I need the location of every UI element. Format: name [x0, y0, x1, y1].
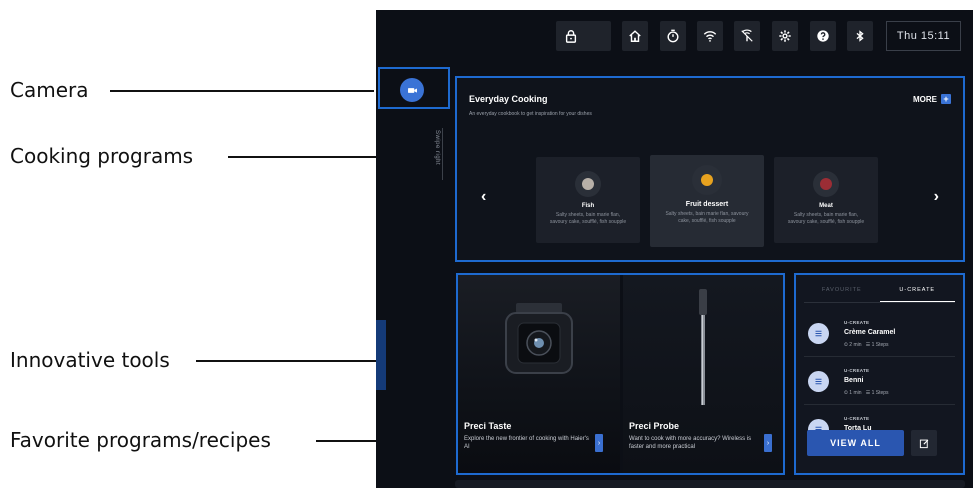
recipe-meta: ⏲ 1 min ☰ 1 Steps [844, 390, 889, 396]
camera-button[interactable] [400, 78, 424, 102]
home-button[interactable] [622, 21, 648, 51]
recipe-steps: 1 Steps [871, 342, 889, 348]
innovative-tools-panel: Preci Taste Explore the new frontier of … [456, 273, 785, 475]
program-card-meat[interactable]: Meat Salty sheets, bain marie flan, savo… [774, 157, 878, 243]
fruit-dessert-food-dot [701, 174, 713, 186]
gear-icon [779, 30, 791, 42]
plus-icon: + [941, 94, 951, 104]
everyday-cooking-subtitle: An everyday cookbook to get inspiration … [469, 111, 592, 117]
program-card-fruit-dessert[interactable]: Fruit dessert Salty sheets, bain marie f… [650, 155, 764, 247]
lock-button[interactable] [556, 21, 611, 51]
bluetooth-button[interactable] [847, 21, 873, 51]
wifi-button[interactable] [697, 21, 723, 51]
program-card-name: Fish [581, 203, 595, 209]
more-button[interactable]: MORE + [913, 94, 951, 104]
callout-cooking-programs: Cooking programs [10, 144, 194, 168]
swipe-handle[interactable] [442, 128, 443, 180]
recipe-kicker: U-CREATE [844, 416, 870, 421]
clock: Thu 15:11 [886, 21, 961, 51]
recipe-name: Benni [844, 377, 864, 384]
status-bar: Thu 15:11 [376, 21, 973, 51]
fish-food-dot [582, 178, 594, 190]
clock-icon: ⏲ [844, 390, 848, 396]
callout-favorites: Favorite programs/recipes [10, 428, 271, 452]
recipe-kicker: U-CREATE [844, 368, 870, 373]
carousel-next-button[interactable]: › [934, 188, 939, 206]
steps-icon: ☰ [865, 390, 871, 396]
everyday-cooking-title: Everyday Cooking [469, 94, 548, 104]
help-icon [817, 30, 829, 42]
home-icon [629, 30, 641, 42]
wifi-icon [703, 31, 717, 42]
bottom-panel-edge [455, 480, 965, 488]
callout-camera: Camera [10, 78, 89, 102]
everyday-cooking-panel: Everyday Cooking An everyday cookbook to… [455, 76, 965, 262]
swipe-hint: Swipe right [434, 130, 440, 166]
recipe-meta: ⏲ 2 min ☰ 1 Steps [844, 342, 889, 348]
probe-image [699, 289, 707, 405]
recipe-time: 2 min [849, 342, 862, 348]
program-card-fish[interactable]: Fish Salty sheets, bain marie flan, savo… [536, 157, 640, 243]
carousel-prev-button[interactable]: ‹ [481, 188, 486, 206]
help-button[interactable] [810, 21, 836, 51]
favorites-tabs: FAVOURITE U-CREATE [804, 287, 955, 303]
device-screen: Thu 15:11 Swipe right Everyday Cooking A… [376, 10, 973, 488]
camera-device-image [505, 303, 573, 374]
program-card-name: Fruit dessert [685, 201, 729, 208]
tool-title: Preci Probe [629, 421, 680, 431]
tool-desc: Want to cook with more accuracy? Wireles… [629, 436, 752, 450]
timer-icon [667, 29, 679, 43]
lock-icon [565, 30, 577, 43]
recipe-steps: 1 Steps [871, 390, 889, 396]
view-all-button[interactable]: VIEW ALL [807, 430, 904, 456]
tool-title: Preci Taste [464, 421, 512, 431]
list-icon [808, 371, 829, 392]
steps-icon: ☰ [865, 342, 871, 348]
clock-icon: ⏲ [844, 342, 848, 348]
side-edge [376, 320, 386, 390]
remote-off-button[interactable] [734, 21, 760, 51]
fruit-dessert-thumbnail [692, 165, 722, 195]
recipe-time: 1 min [849, 390, 862, 396]
program-card-desc: Salty sheets, bain marie flan, savoury c… [665, 211, 749, 224]
tool-desc: Explore the new frontier of cooking with… [464, 436, 589, 450]
wifi-off-icon [741, 29, 753, 42]
program-card-name: Meat [819, 203, 833, 209]
bluetooth-icon [856, 30, 864, 42]
tool-open-button[interactable]: › [764, 434, 772, 452]
edit-button[interactable] [911, 430, 937, 456]
recipe-kicker: U-CREATE [844, 320, 870, 325]
edit-icon [919, 439, 928, 448]
more-label: MORE [913, 94, 937, 104]
recipe-name: Crème Caramel [844, 329, 896, 336]
tool-open-button[interactable]: › [595, 434, 603, 452]
callout-innovative-tools: Innovative tools [10, 348, 170, 372]
meat-food-dot [820, 178, 832, 190]
camera-icon [407, 87, 417, 93]
meat-thumbnail [813, 171, 839, 197]
tool-card-preci-taste[interactable]: Preci Taste Explore the new frontier of … [458, 275, 620, 473]
list-icon [808, 323, 829, 344]
program-card-desc: Salty sheets, bain marie flan, savoury c… [549, 212, 627, 225]
tab-favourite[interactable]: FAVOURITE [804, 287, 880, 302]
program-card-desc: Salty sheets, bain marie flan, savoury c… [787, 212, 865, 225]
recipe-item[interactable]: U-CREATE Crème Caramel ⏲ 2 min ☰ 1 Steps [804, 311, 955, 357]
callout-line-camera [110, 90, 374, 92]
tool-card-preci-probe[interactable]: Preci Probe Want to cook with more accur… [623, 275, 783, 473]
settings-button[interactable] [772, 21, 798, 51]
timer-button[interactable] [660, 21, 686, 51]
recipe-item[interactable]: U-CREATE Benni ⏲ 1 min ☰ 1 Steps [804, 359, 955, 405]
fish-thumbnail [575, 171, 601, 197]
tab-u-create[interactable]: U-CREATE [879, 287, 955, 302]
